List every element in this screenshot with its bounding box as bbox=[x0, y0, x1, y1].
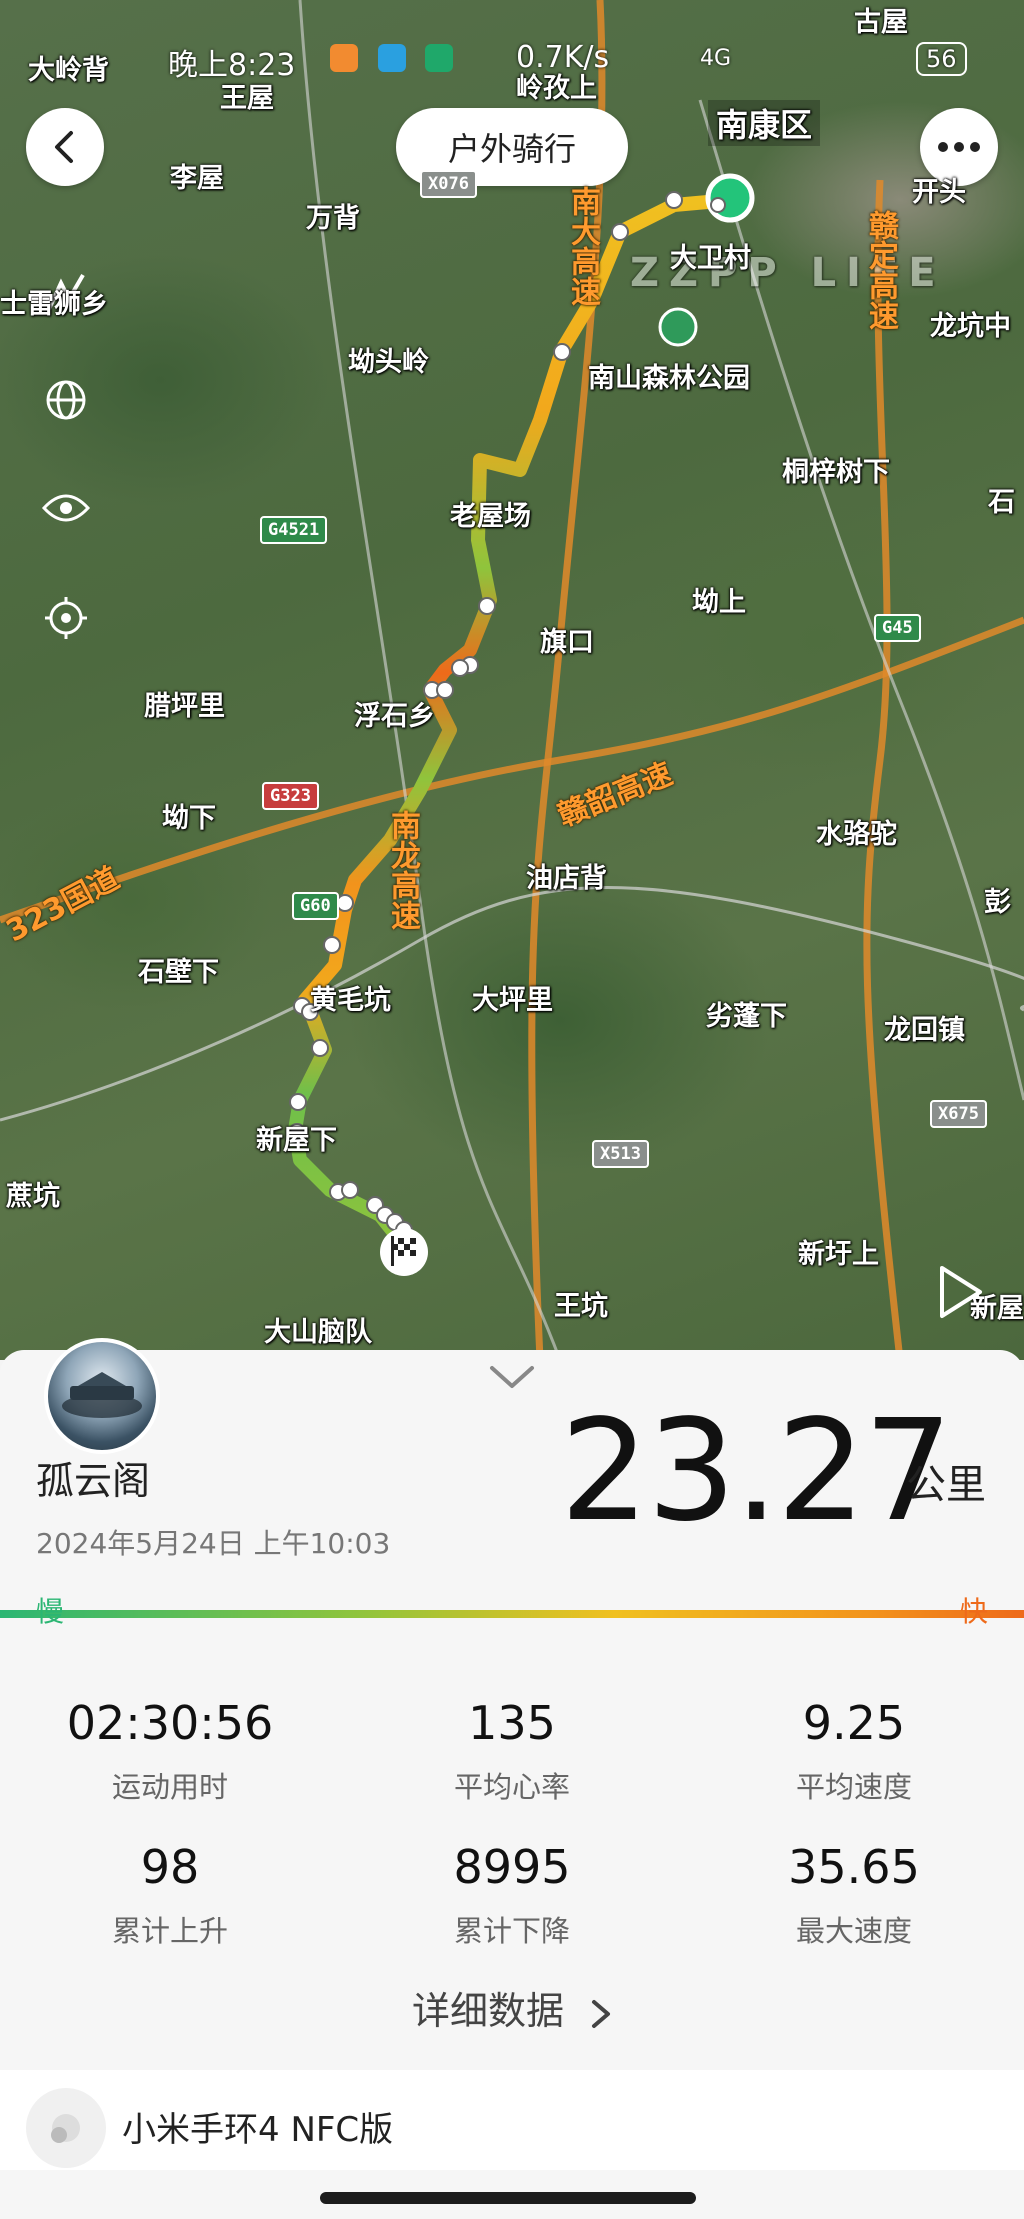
chevron-down-icon[interactable] bbox=[488, 1362, 536, 1392]
place-label: 旗口 bbox=[540, 627, 594, 658]
place-label: 老屋场 bbox=[450, 501, 531, 532]
place-label: 新屋下 bbox=[256, 1125, 337, 1156]
detail-data-label: 详细数据 bbox=[411, 1989, 564, 2033]
place-label: 龙回镇 bbox=[884, 1015, 965, 1046]
place-label: 坳头岭 bbox=[348, 347, 429, 378]
home-indicator[interactable] bbox=[320, 2192, 696, 2204]
chevron-left-icon bbox=[55, 131, 73, 163]
place-label: 万背 bbox=[306, 203, 360, 234]
stat-value: 35.65 bbox=[788, 1840, 920, 1894]
stat-label: 平均速度 bbox=[795, 1770, 912, 1804]
place-label-park: 南山森林公园 bbox=[588, 363, 750, 394]
place-label: 士雷狮乡 bbox=[0, 289, 108, 320]
route-map[interactable]: 晚上8:23 0.7K/s 4G 56 户外骑行 ZZPP LIFE 大岭背 古… bbox=[0, 0, 1024, 1360]
stat-avg-speed: 9.25 平均速度 bbox=[684, 1696, 1024, 1806]
place-label: 开头 bbox=[912, 177, 966, 208]
road-shield: G60 bbox=[292, 892, 339, 920]
place-label: 王屋 bbox=[220, 83, 274, 114]
distance-unit: 公里 bbox=[906, 1462, 986, 1508]
stat-value: 02:30:56 bbox=[66, 1696, 274, 1750]
road-shield: G45 bbox=[874, 614, 921, 642]
place-label: 大岭背 bbox=[28, 55, 109, 86]
place-label: 劣蓬下 bbox=[706, 1001, 787, 1032]
place-label: 大山脑队 bbox=[264, 1317, 372, 1348]
device-row[interactable]: 小米手环4 NFC版 bbox=[0, 2070, 1024, 2170]
place-label: 大坪里 bbox=[472, 985, 553, 1016]
place-label: 彭 bbox=[984, 887, 1011, 918]
place-label: 新圩上 bbox=[798, 1239, 879, 1270]
summary-sheet: 孤云阁 2024年5月24日 上午10:03 23.27 公里 慢 快 02:3… bbox=[0, 1338, 1024, 2219]
place-label: 坳下 bbox=[162, 803, 216, 834]
place-label: 古屋 bbox=[854, 7, 908, 38]
eye-icon[interactable] bbox=[38, 480, 94, 536]
detail-data-link[interactable]: 详细数据 bbox=[0, 1980, 1024, 2035]
road-shield: X675 bbox=[930, 1100, 987, 1128]
stat-label: 最大速度 bbox=[795, 1914, 912, 1948]
road-label: 南龙高速 bbox=[385, 810, 420, 930]
road-network bbox=[0, 0, 1024, 1360]
status-app-icons bbox=[330, 44, 454, 84]
stat-elevation-loss: 8995 累计下降 bbox=[342, 1840, 682, 1950]
road-label: 赣定高速 bbox=[863, 210, 898, 330]
place-label: 水骆驼 bbox=[816, 819, 897, 850]
stat-value: 9.25 bbox=[802, 1696, 906, 1750]
back-button[interactable] bbox=[26, 108, 104, 186]
place-label: 石 bbox=[988, 487, 1015, 518]
stat-value: 135 bbox=[468, 1696, 556, 1750]
stat-value: 8995 bbox=[453, 1840, 571, 1894]
distance-value: 23.27 bbox=[560, 1390, 953, 1553]
place-label: 桐梓树下 bbox=[782, 457, 890, 488]
activity-datetime: 2024年5月24日 上午10:03 bbox=[36, 1527, 391, 1560]
road-shield: G4521 bbox=[260, 516, 328, 544]
place-label: 黄毛坑 bbox=[310, 985, 391, 1016]
place-label: 李屋 bbox=[170, 163, 224, 194]
road-shield: X513 bbox=[592, 1140, 649, 1168]
speed-legend-bar bbox=[0, 1610, 1024, 1618]
place-label: 浮石乡 bbox=[354, 701, 435, 732]
road-label: 南大高速 bbox=[565, 186, 600, 306]
globe-icon[interactable] bbox=[38, 372, 94, 428]
finish-flag-icon bbox=[380, 1228, 428, 1276]
road-shield: X076 bbox=[420, 170, 477, 198]
stat-label: 平均心率 bbox=[453, 1770, 570, 1804]
stat-elevation-gain: 98 累计上升 bbox=[0, 1840, 340, 1950]
place-label: 蔗坑 bbox=[6, 1181, 60, 1212]
place-label: 腊坪里 bbox=[144, 691, 225, 722]
speed-legend-fast: 快 bbox=[960, 1595, 989, 1628]
stat-duration: 02:30:56 运动用时 bbox=[0, 1696, 340, 1806]
stat-label: 累计上升 bbox=[111, 1914, 228, 1948]
device-name: 小米手环4 NFC版 bbox=[122, 2110, 394, 2150]
place-label: 大卫村 bbox=[670, 243, 751, 274]
road-shield: G323 bbox=[262, 782, 319, 810]
status-signal: 4G bbox=[700, 46, 732, 71]
place-label: 龙坑中 bbox=[930, 311, 1011, 342]
stat-value: 98 bbox=[140, 1840, 200, 1894]
place-label-district: 南康区 bbox=[708, 100, 821, 146]
chevron-right-icon bbox=[592, 1999, 611, 2028]
battery-indicator: 56 bbox=[916, 42, 967, 76]
stat-avg-heart-rate: 135 平均心率 bbox=[342, 1696, 682, 1806]
username: 孤云阁 bbox=[36, 1459, 151, 1503]
stat-label: 累计下降 bbox=[453, 1914, 570, 1948]
place-label: 石壁下 bbox=[138, 957, 219, 988]
more-dots-icon bbox=[938, 142, 980, 152]
avatar[interactable] bbox=[44, 1338, 160, 1454]
speed-legend-slow: 慢 bbox=[36, 1595, 65, 1628]
replay-play-icon[interactable] bbox=[936, 1262, 986, 1322]
place-label: 油店背 bbox=[526, 863, 607, 894]
place-label: 坳上 bbox=[692, 587, 746, 618]
locate-icon[interactable] bbox=[38, 590, 94, 646]
stat-max-speed: 35.65 最大速度 bbox=[684, 1840, 1024, 1950]
watch-icon bbox=[26, 2088, 106, 2168]
place-label: 王坑 bbox=[554, 1291, 608, 1322]
status-time: 晚上8:23 bbox=[168, 48, 296, 83]
stat-label: 运动用时 bbox=[111, 1770, 228, 1804]
place-label: 岭孜上 bbox=[516, 73, 597, 104]
